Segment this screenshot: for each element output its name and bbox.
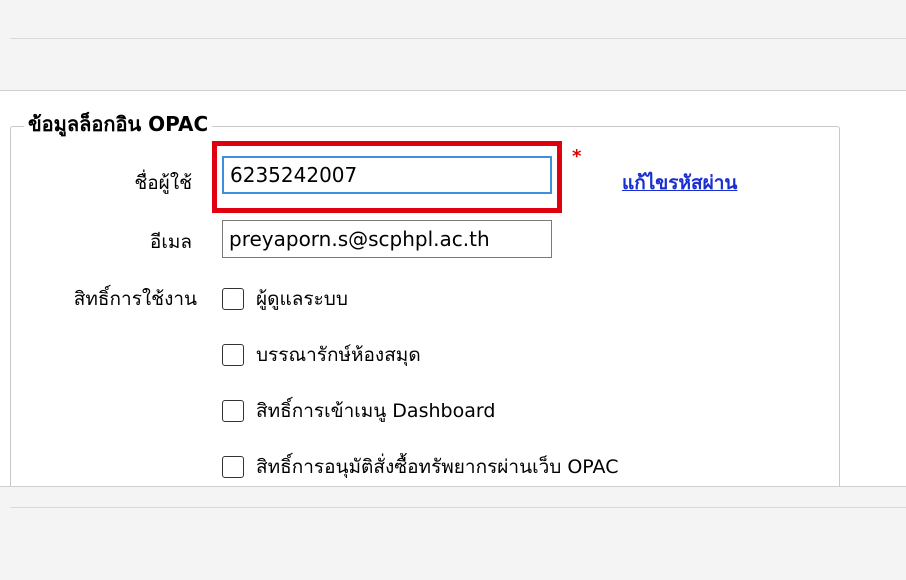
opac-purchase-checkbox[interactable]: [222, 456, 244, 478]
permission-librarian[interactable]: บรรณารักษ์ห้องสมุด: [222, 341, 421, 369]
email-input[interactable]: [222, 220, 552, 258]
top-panel: [0, 0, 906, 91]
divider: [10, 507, 906, 508]
librarian-checkbox[interactable]: [222, 344, 244, 366]
section-legend: ข้อมูลล็อกอิน OPAC: [24, 111, 213, 137]
dashboard-checkbox[interactable]: [222, 400, 244, 422]
required-marker: *: [572, 146, 582, 167]
admin-label: ผู้ดูแลระบบ: [256, 288, 348, 310]
divider: [10, 38, 906, 39]
librarian-label: บรรณารักษ์ห้องสมุด: [256, 344, 421, 366]
username-highlight-box: [212, 141, 562, 213]
email-label: อีเมล: [149, 231, 192, 253]
username-label: ชื่อผู้ใช้: [134, 172, 192, 194]
dashboard-label: สิทธิ์การเข้าเมนู Dashboard: [256, 400, 496, 422]
permissions-label: สิทธิ์การใช้งาน: [73, 288, 197, 310]
permission-dashboard[interactable]: สิทธิ์การเข้าเมนู Dashboard: [222, 397, 495, 425]
admin-checkbox[interactable]: [222, 288, 244, 310]
change-password-link[interactable]: แก้ไขรหัสผ่าน: [622, 168, 737, 198]
bottom-panel: [0, 486, 906, 580]
permission-admin[interactable]: ผู้ดูแลระบบ: [222, 285, 348, 313]
opac-purchase-label: สิทธิ์การอนุมัติสั่งซื้อทรัพยากรผ่านเว็บ…: [256, 456, 619, 478]
permission-opac-purchase[interactable]: สิทธิ์การอนุมัติสั่งซื้อทรัพยากรผ่านเว็บ…: [222, 453, 618, 481]
